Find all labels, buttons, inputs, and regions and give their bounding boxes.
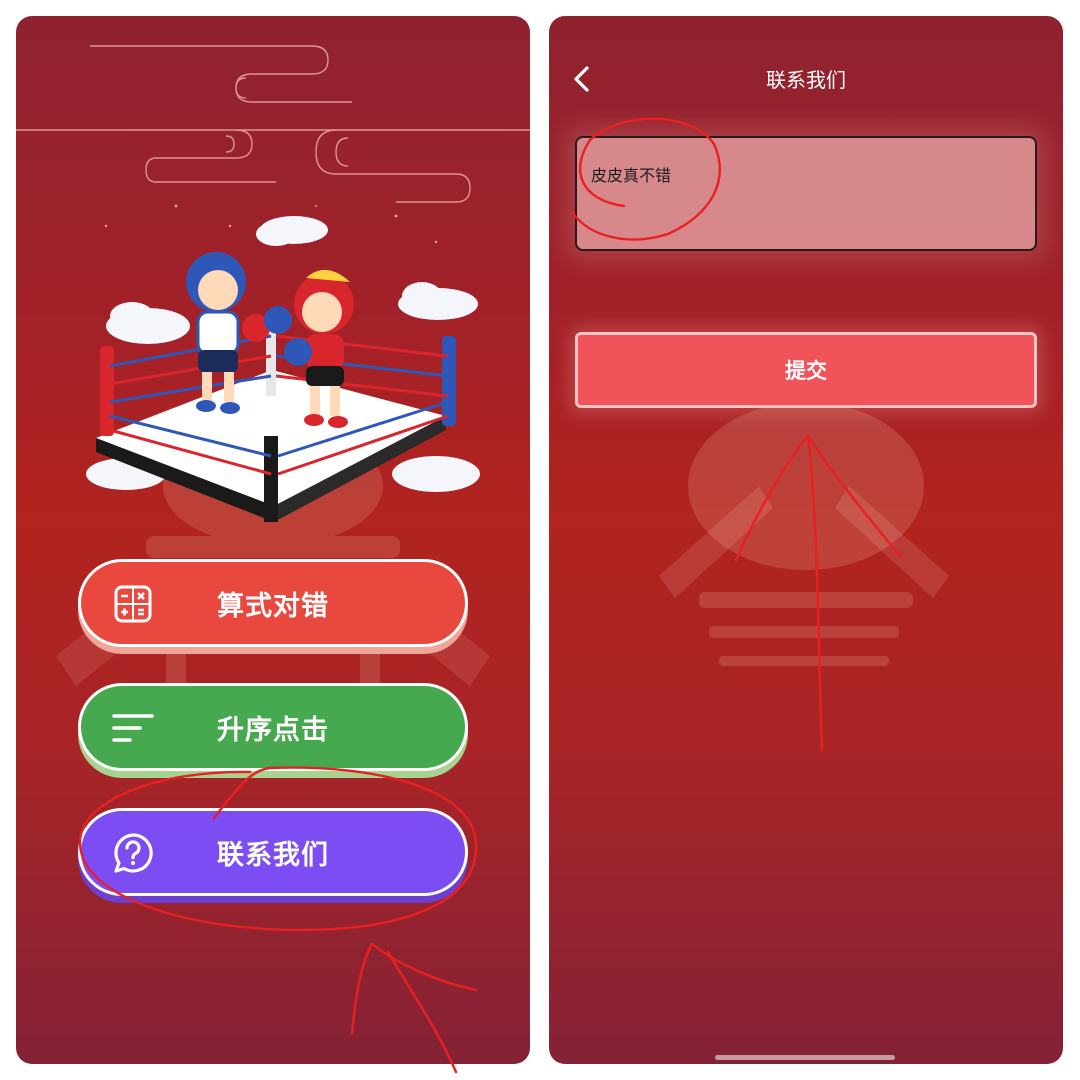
boxing-ring-illustration	[86, 216, 480, 522]
screenshot-collage: 算式对错 升序点击 联系我们 联系我们 皮皮真不错 提交	[0, 0, 1080, 1080]
navigation-bar: 联系我们	[549, 56, 1063, 112]
ascending-click-button[interactable]: 升序点击	[78, 683, 468, 771]
page-title: 联系我们	[766, 68, 846, 92]
contact-us-button[interactable]: 联系我们	[78, 808, 468, 896]
equation-check-button[interactable]: 算式对错	[78, 559, 468, 647]
home-indicator	[715, 1055, 895, 1060]
submit-button[interactable]: 提交	[575, 332, 1037, 408]
question-bubble-icon	[111, 831, 155, 875]
calculator-icon	[111, 582, 155, 626]
home-screen: 算式对错 升序点击 联系我们	[16, 16, 530, 1064]
message-input[interactable]: 皮皮真不错	[575, 136, 1037, 251]
sort-lines-icon	[111, 706, 155, 750]
contact-us-screen: 联系我们 皮皮真不错 提交	[549, 16, 1063, 1064]
